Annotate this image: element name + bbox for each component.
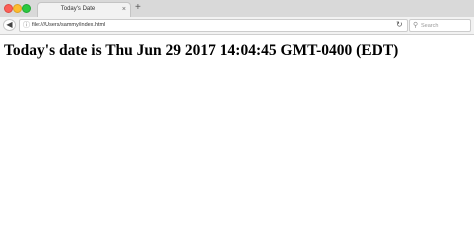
back-button[interactable]: ◀ bbox=[3, 19, 16, 31]
reload-icon[interactable]: ↻ bbox=[396, 20, 403, 30]
search-box[interactable]: ⚲ bbox=[409, 19, 471, 32]
address-bar[interactable]: ⓘ file:///Users/sammy/index.html bbox=[19, 19, 408, 32]
tab-title: Today's Date bbox=[60, 6, 96, 12]
page-info-icon[interactable]: ⓘ bbox=[23, 22, 30, 30]
url-text[interactable]: file:///Users/sammy/index.html bbox=[32, 22, 105, 28]
navigation-toolbar: ◀ ⓘ file:///Users/sammy/index.html ↻ ⚲ bbox=[0, 17, 474, 35]
new-tab-button[interactable]: + bbox=[135, 2, 141, 14]
tab-strip: Today's Date × + bbox=[0, 0, 474, 18]
search-icon: ⚲ bbox=[413, 22, 419, 29]
browser-window: Today's Date × + ◀ ⓘ file:///Users/sammy… bbox=[0, 0, 474, 242]
tab-close-icon[interactable]: × bbox=[122, 5, 126, 14]
page-content: Today's date is Thu Jun 29 2017 14:04:45… bbox=[0, 35, 474, 242]
maximize-window-button[interactable] bbox=[22, 4, 31, 13]
search-input[interactable] bbox=[421, 21, 469, 30]
close-window-button[interactable] bbox=[4, 4, 13, 13]
minimize-window-button[interactable] bbox=[13, 4, 22, 13]
tab-todays-date[interactable]: Today's Date × bbox=[37, 2, 131, 18]
date-heading: Today's date is Thu Jun 29 2017 14:04:45… bbox=[4, 42, 399, 59]
